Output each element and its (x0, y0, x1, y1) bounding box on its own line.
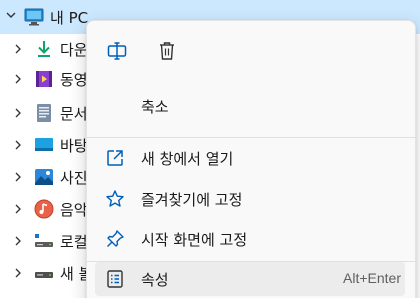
tree-item-pictures[interactable]: 사진 (0, 162, 100, 192)
chevron-right-icon[interactable] (12, 43, 24, 59)
chevron-right-icon[interactable] (12, 235, 24, 251)
pin-to-favorites-menu-item[interactable]: 즐겨찾기에 고정 (95, 182, 405, 216)
tree-item-downloads[interactable]: 다운 (0, 34, 100, 64)
star-icon (105, 189, 125, 209)
local-disk-icon (34, 231, 54, 251)
chevron-right-icon[interactable] (12, 171, 24, 187)
rename-button[interactable] (99, 35, 135, 71)
tree-item-label: 문서 (60, 105, 88, 123)
menu-item-label: 속성 (141, 271, 169, 289)
trash-icon (157, 40, 177, 66)
tree-item-music[interactable]: 음악 (0, 194, 100, 224)
tree-item-label: 내 PC (50, 9, 89, 27)
video-folder-icon (34, 69, 54, 89)
properties-icon (105, 269, 125, 289)
tree-item-label: 바탕 (60, 137, 88, 155)
menu-item-label: 즐겨찾기에 고정 (141, 191, 243, 209)
chevron-right-icon[interactable] (12, 267, 24, 283)
menu-item-label: 시작 화면에 고정 (141, 231, 248, 249)
open-new-window-icon (105, 148, 125, 168)
desktop-icon (34, 135, 54, 155)
tree-item-label: 로컬 (60, 233, 88, 251)
pictures-icon (34, 167, 54, 187)
tree-item-label: 사진 (60, 169, 88, 187)
pin-icon (105, 229, 125, 249)
tree-item-label: 동영 (60, 71, 88, 89)
tree-item-documents[interactable]: 문서 (0, 98, 100, 128)
chevron-right-icon[interactable] (12, 73, 24, 89)
pin-to-start-menu-item[interactable]: 시작 화면에 고정 (95, 222, 405, 256)
chevron-down-icon[interactable] (4, 8, 18, 26)
download-arrow-icon (34, 39, 54, 59)
open-new-window-menu-item[interactable]: 새 창에서 열기 (95, 141, 405, 175)
document-icon (34, 103, 54, 123)
menu-item-label: 새 창에서 열기 (141, 150, 234, 168)
chevron-right-icon[interactable] (12, 107, 24, 123)
tree-item-label: 음악 (60, 201, 88, 219)
properties-menu-item[interactable]: 속성 Alt+Enter (95, 262, 405, 296)
menu-item-label: 축소 (141, 98, 169, 116)
tree-item-desktop[interactable]: 바탕 (0, 130, 100, 160)
tree-item-videos[interactable]: 동영 (0, 64, 100, 94)
collapse-menu-item[interactable]: 축소 (95, 89, 405, 123)
music-icon (34, 199, 54, 219)
drive-icon (34, 263, 54, 283)
rename-icon (106, 40, 128, 66)
tree-item-new-volume[interactable]: 새 볼 (0, 258, 100, 288)
chevron-right-icon[interactable] (12, 139, 24, 155)
context-menu: 축소 새 창에서 열기 즐겨찾기에 고정 시작 화면에 고정 속성 Alt+En… (86, 20, 417, 298)
monitor-icon (24, 8, 44, 30)
keyboard-shortcut: Alt+Enter (343, 270, 401, 286)
tree-item-label: 다운 (60, 41, 88, 59)
menu-separator (87, 137, 417, 138)
delete-button[interactable] (149, 35, 185, 71)
tree-item-local-disk[interactable]: 로컬 (0, 226, 100, 256)
chevron-right-icon[interactable] (12, 203, 24, 219)
